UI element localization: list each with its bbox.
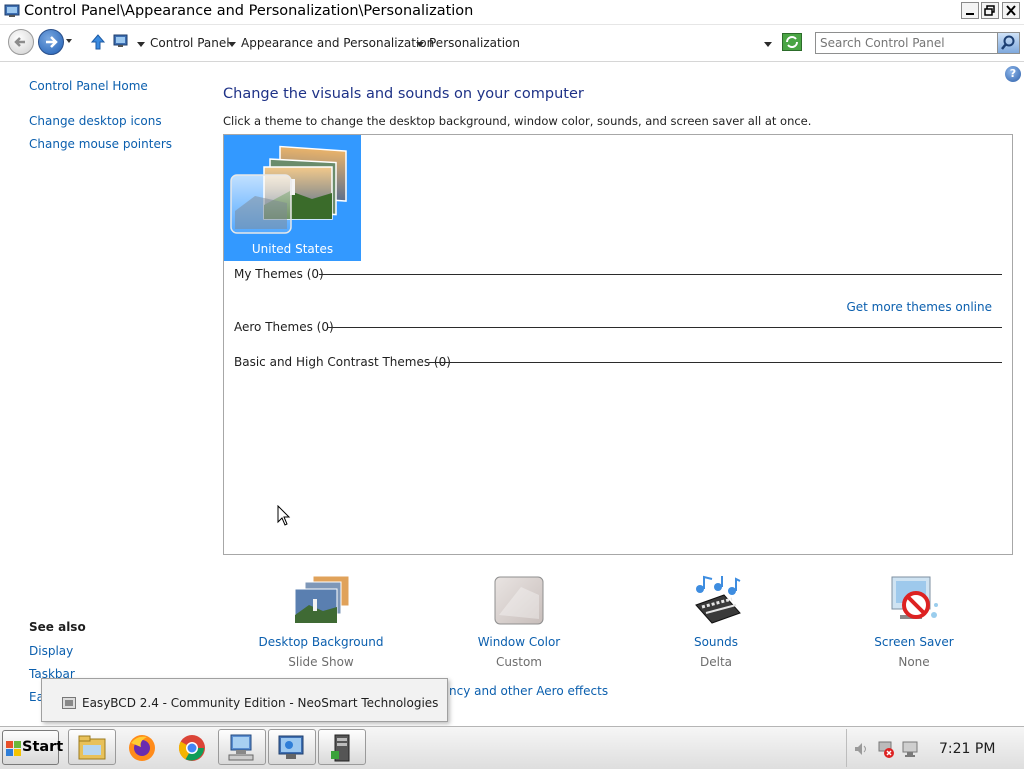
restore-button[interactable] xyxy=(981,2,999,19)
desktop-background-icon xyxy=(293,575,350,627)
taskbar-network[interactable] xyxy=(218,729,266,765)
setting-name[interactable]: Screen Saver xyxy=(839,635,989,649)
search-input[interactable] xyxy=(820,34,992,51)
aero-themes-header: Aero Themes (0) xyxy=(234,320,334,334)
control-panel-small-icon xyxy=(113,34,129,52)
forward-arrow-icon xyxy=(46,36,58,48)
easybcd-icon xyxy=(331,734,350,762)
page-subtitle: Click a theme to change the desktop back… xyxy=(223,114,812,128)
firefox-icon xyxy=(129,735,155,761)
search-button[interactable] xyxy=(997,33,1019,53)
back-button[interactable] xyxy=(8,29,34,55)
close-icon xyxy=(1006,5,1016,16)
control-panel-home-link[interactable]: Control Panel Home xyxy=(29,79,148,93)
chevron-down-icon[interactable] xyxy=(228,42,236,47)
address-dropdown-icon[interactable] xyxy=(764,42,772,47)
setting-value: Slide Show xyxy=(288,655,354,669)
see-also-heading: See also xyxy=(29,620,86,634)
themes-list[interactable]: United States My Themes (0) Get more the… xyxy=(223,134,1013,555)
control-panel-icon xyxy=(278,735,304,759)
screen-saver-icon xyxy=(886,575,942,627)
desktop-background-setting[interactable]: Desktop Background Slide Show xyxy=(246,575,396,669)
mouse-cursor-icon xyxy=(277,505,291,526)
minimize-icon xyxy=(966,13,974,15)
divider xyxy=(319,274,1002,275)
setting-name[interactable]: Desktop Background xyxy=(246,635,396,649)
chevron-down-icon[interactable] xyxy=(137,42,145,47)
folder-icon xyxy=(78,735,106,760)
theme-preview-icon xyxy=(230,145,347,234)
see-also-display-link[interactable]: Display xyxy=(29,644,73,658)
refresh-button[interactable] xyxy=(782,33,802,51)
control-panel-icon xyxy=(4,4,20,18)
setting-value: Custom xyxy=(496,655,542,669)
setting-name[interactable]: Sounds xyxy=(641,635,791,649)
help-icon[interactable]: ? xyxy=(1005,66,1021,82)
network-computer-icon xyxy=(228,734,254,761)
breadcrumb[interactable]: Control Panel Appearance and Personaliza… xyxy=(108,29,806,55)
window-icon xyxy=(62,697,76,709)
taskbar-window-preview[interactable]: EasyBCD 2.4 - Community Edition - NeoSma… xyxy=(41,678,448,722)
setting-value: Delta xyxy=(699,655,732,669)
window-color-icon xyxy=(491,575,547,627)
start-label: Start xyxy=(22,739,64,755)
taskbar-chrome[interactable] xyxy=(168,729,216,765)
setting-name[interactable]: Window Color xyxy=(444,635,594,649)
taskbar: Start 7:21 PM xyxy=(0,726,1024,769)
search-box[interactable] xyxy=(815,32,1020,54)
window-title: Control Panel\Appearance and Personaliza… xyxy=(24,3,474,19)
window-color-setting[interactable]: Window Color Custom xyxy=(444,575,594,669)
taskbar-easybcd[interactable] xyxy=(318,729,366,765)
get-more-themes-link[interactable]: Get more themes online xyxy=(846,300,992,314)
address-bar: Control Panel Appearance and Personaliza… xyxy=(0,25,1024,62)
search-icon xyxy=(1001,35,1015,50)
back-arrow-icon xyxy=(14,37,25,47)
windows-logo-icon xyxy=(6,741,21,756)
system-tray: 7:21 PM xyxy=(846,729,1023,767)
chevron-down-icon[interactable] xyxy=(416,42,424,47)
divider xyxy=(327,327,1002,328)
close-button[interactable] xyxy=(1002,2,1020,19)
change-desktop-icons-link[interactable]: Change desktop icons xyxy=(29,114,162,128)
clock[interactable]: 7:21 PM xyxy=(939,741,995,757)
sounds-icon xyxy=(688,575,744,627)
forward-button[interactable] xyxy=(38,29,64,55)
taskbar-firefox[interactable] xyxy=(118,729,166,765)
crumb-personalization[interactable]: Personalization xyxy=(429,36,520,50)
history-dropdown[interactable] xyxy=(66,39,72,43)
theme-label: United States xyxy=(251,242,334,256)
refresh-icon xyxy=(786,36,798,48)
start-button[interactable]: Start xyxy=(2,730,63,765)
change-mouse-pointers-link[interactable]: Change mouse pointers xyxy=(29,137,172,151)
basic-themes-header: Basic and High Contrast Themes (0) xyxy=(234,355,451,369)
preview-title: EasyBCD 2.4 - Community Edition - NeoSma… xyxy=(82,696,439,710)
taskbar-explorer[interactable] xyxy=(68,729,116,765)
minimize-button[interactable] xyxy=(961,2,979,19)
my-themes-header: My Themes (0) xyxy=(234,267,324,281)
theme-united-states[interactable]: United States xyxy=(224,135,361,261)
sounds-setting[interactable]: Sounds Delta xyxy=(641,575,791,669)
title-bar: Control Panel\Appearance and Personaliza… xyxy=(0,0,1024,25)
restore-icon xyxy=(984,5,995,16)
aero-effects-link[interactable]: ncy and other Aero effects xyxy=(449,684,608,698)
volume-icon[interactable] xyxy=(853,741,869,757)
divider xyxy=(429,362,1002,363)
page-title: Change the visuals and sounds on your co… xyxy=(223,86,584,102)
network-error-icon[interactable] xyxy=(877,740,895,758)
setting-value: None xyxy=(898,655,930,669)
crumb-control-panel[interactable]: Control Panel xyxy=(150,36,230,50)
taskbar-control-panel[interactable] xyxy=(268,729,316,765)
crumb-appearance[interactable]: Appearance and Personalization xyxy=(241,36,434,50)
up-arrow-icon[interactable] xyxy=(90,33,106,54)
screen-saver-setting[interactable]: Screen Saver None xyxy=(839,575,989,669)
action-center-icon[interactable] xyxy=(901,740,919,758)
chrome-icon xyxy=(178,735,205,761)
